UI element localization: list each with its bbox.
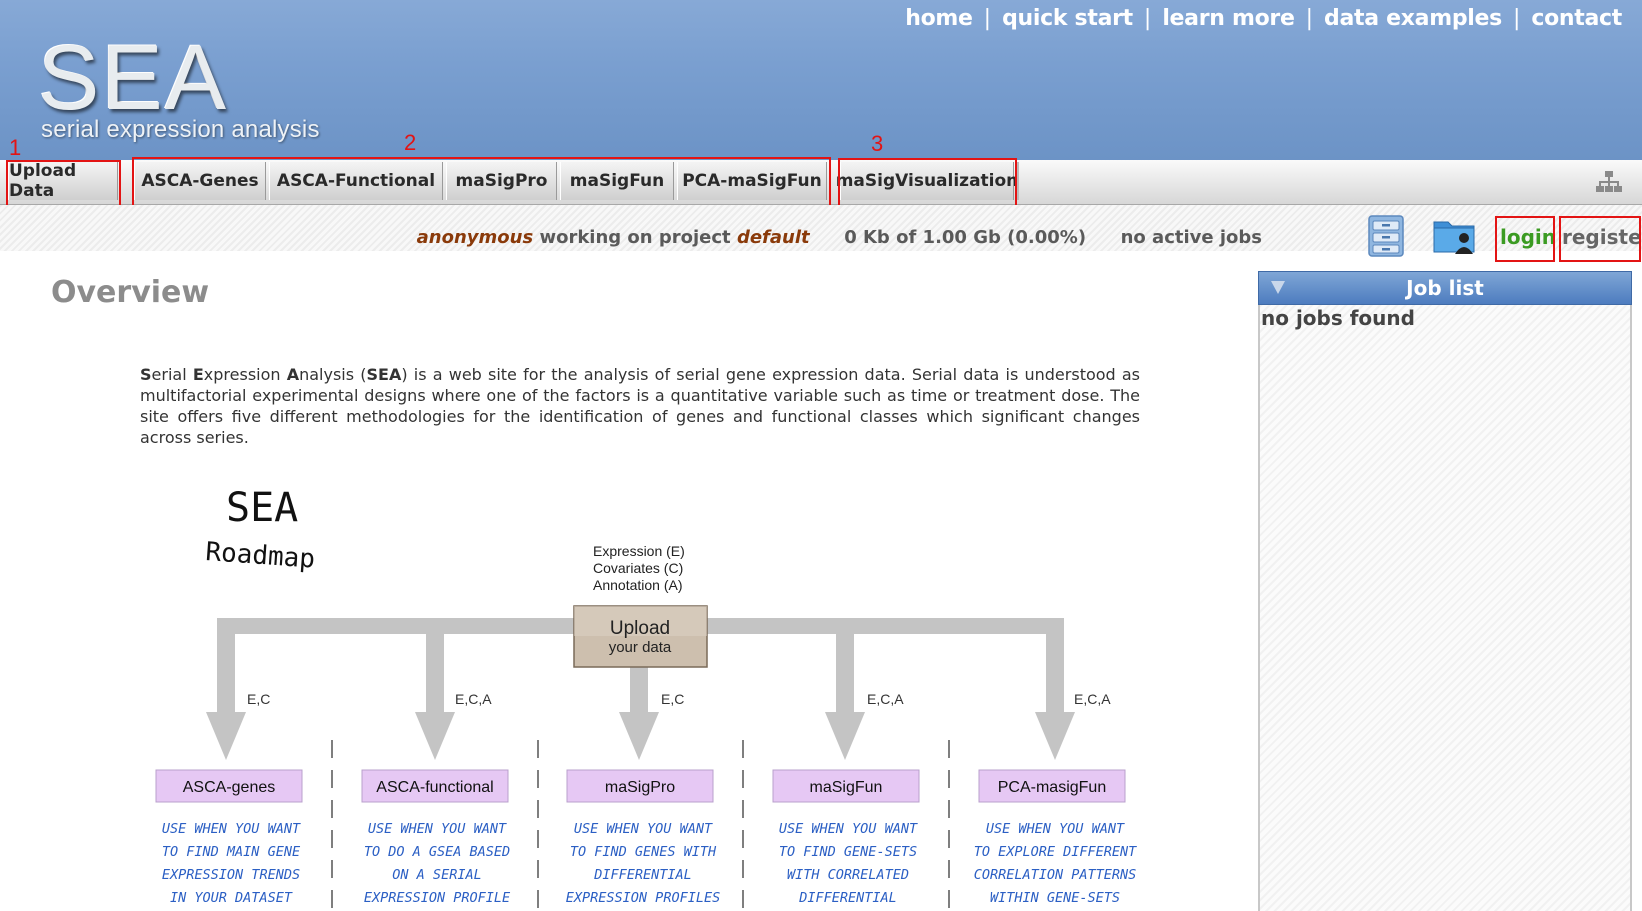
- annotation-box-login: [1495, 216, 1555, 262]
- input-expression: Expression (E): [593, 543, 685, 559]
- branch-label: E,C,A: [455, 691, 492, 707]
- method-masigpro: maSigPro: [605, 779, 675, 796]
- intro-text: nalysis (: [299, 365, 367, 384]
- logo-subtitle: serial expression analysis: [41, 116, 320, 143]
- nav-data-examples-link[interactable]: data examples: [1318, 6, 1508, 31]
- collapse-triangle-icon[interactable]: [1271, 281, 1285, 294]
- description-line: EXPRESSION PROFILES: [566, 890, 720, 906]
- branch-label: E,C: [247, 691, 270, 707]
- intro-sea: SEA: [366, 365, 402, 384]
- description-line: USE WHEN YOU WANT: [986, 821, 1125, 837]
- annotation-box-register: [1559, 216, 1641, 262]
- roadmap-bus: [217, 618, 1064, 634]
- description-line: WITH CORRELATED: [787, 867, 909, 883]
- description-line: USE WHEN YOU WANT: [779, 821, 918, 837]
- description-line: DIFFERENTIAL: [593, 867, 692, 883]
- description-line: TO FIND GENES WITH: [570, 844, 717, 860]
- description-line: TO EXPLORE DIFFERENT: [974, 844, 1137, 860]
- description-line: USE WHEN YOU WANT: [368, 821, 507, 837]
- top-navigation: home | quick start | learn more | data e…: [899, 6, 1628, 31]
- description-line: WITHIN GENE-SETS: [990, 890, 1120, 906]
- description-line: USE WHEN YOU WANT: [574, 821, 713, 837]
- intro-text: erial: [151, 365, 193, 384]
- description-line: ON A SERIAL: [392, 867, 481, 883]
- job-list-empty-message: no jobs found: [1261, 306, 1415, 330]
- active-jobs-status: no active jobs: [1120, 227, 1262, 248]
- page-title: Overview: [51, 275, 210, 310]
- column-dividers: [331, 740, 950, 911]
- annotation-box-3: [838, 158, 1017, 207]
- roadmap-title: SEA: [226, 485, 298, 531]
- annotation-box-1: [6, 160, 121, 207]
- branch-label: E,C,A: [867, 691, 904, 707]
- nav-home-link[interactable]: home: [899, 6, 978, 31]
- intro-e: E: [192, 365, 204, 384]
- job-list-panel: [1258, 271, 1632, 911]
- description-line: DIFFERENTIAL: [798, 890, 897, 906]
- description-line: EXPRESSION TRENDS: [162, 867, 300, 883]
- input-annotation: Annotation (A): [593, 577, 683, 593]
- roadmap-subtitle: Roadmap: [205, 537, 316, 575]
- description-line: IN YOUR DATASET: [170, 890, 293, 906]
- method-boxes: [155, 769, 1126, 803]
- method-masigfun: maSigFun: [810, 779, 883, 796]
- job-list-title: Job list: [1406, 276, 1484, 300]
- description-line: EXPRESSION PROFILE: [364, 890, 511, 906]
- description-line: TO FIND MAIN GENE: [162, 844, 301, 860]
- site-header: SEA serial expression analysis home | qu…: [0, 0, 1642, 160]
- nav-learn-more-link[interactable]: learn more: [1156, 6, 1300, 31]
- user-folder-icon[interactable]: [1432, 216, 1476, 256]
- intro-text: xpression: [203, 365, 287, 384]
- input-covariates: Covariates (C): [593, 560, 683, 576]
- method-asca-functional: ASCA-functional: [376, 779, 493, 796]
- annotation-label-3: 3: [871, 131, 884, 156]
- logo-title[interactable]: SEA: [38, 32, 228, 124]
- branch-label: E,C: [661, 691, 684, 707]
- nav-contact-link[interactable]: contact: [1525, 6, 1628, 31]
- nav-separator: |: [983, 6, 992, 31]
- upload-label: Upload: [610, 618, 670, 639]
- annotation-label-1: 1: [9, 135, 22, 160]
- annotation-label-2: 2: [404, 130, 417, 155]
- description-line: TO DO A GSEA BASED: [364, 844, 510, 860]
- intro-s: S: [140, 365, 152, 384]
- nav-separator: |: [1305, 6, 1314, 31]
- upload-box: [573, 605, 708, 668]
- method-pca-masigfun: PCA-masigFun: [998, 779, 1106, 796]
- working-on-label: working on project: [539, 227, 731, 248]
- job-list-header[interactable]: Job list: [1258, 271, 1632, 305]
- storage-quota: 0 Kb of 1.00 Gb (0.00%): [844, 227, 1087, 248]
- branch-label: E,C,A: [1074, 691, 1111, 707]
- file-cabinet-icon[interactable]: [1368, 215, 1404, 257]
- method-asca-genes: ASCA-genes: [183, 779, 276, 796]
- tab-divider: [1017, 162, 1019, 200]
- upload-sublabel: your data: [609, 639, 672, 656]
- intro-a: A: [286, 365, 300, 384]
- intro-paragraph: Serial Expression Analysis (SEA) is a we…: [140, 364, 1140, 448]
- description-line: USE WHEN YOU WANT: [162, 821, 301, 837]
- description-line: TO FIND GENE-SETS: [779, 844, 917, 860]
- annotation-box-2: [132, 157, 831, 208]
- roadmap-arrows: [206, 618, 1075, 760]
- nav-separator: |: [1143, 6, 1152, 31]
- nav-separator: |: [1512, 6, 1521, 31]
- description-line: CORRELATION PATTERNS: [974, 867, 1137, 883]
- username: anonymous: [416, 227, 534, 248]
- session-status: anonymous working on project default 0 K…: [417, 227, 1262, 248]
- nav-quick-start-link[interactable]: quick start: [996, 6, 1139, 31]
- project-name: default: [736, 227, 810, 248]
- sitemap-icon[interactable]: [1596, 170, 1622, 196]
